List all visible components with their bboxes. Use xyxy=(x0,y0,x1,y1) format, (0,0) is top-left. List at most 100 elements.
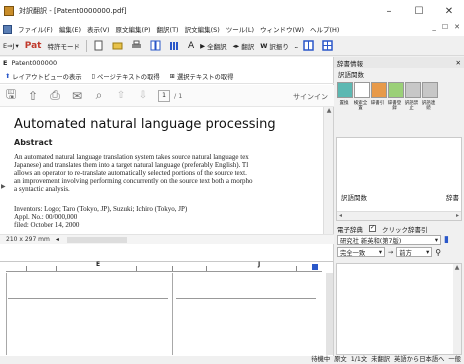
ruler-end-marker xyxy=(312,264,318,270)
ruby-button[interactable]: W 訳振り xyxy=(257,41,292,51)
dictionary-register-icon[interactable] xyxy=(388,82,404,98)
scroll-right-icon[interactable]: ▸ xyxy=(456,212,459,220)
ruler-tick xyxy=(172,266,173,271)
pdf-page: Automated natural language processing Ab… xyxy=(6,109,318,233)
dictionary-book-icon[interactable]: ▮ xyxy=(444,235,449,245)
dictionary-vertical-scrollbar[interactable]: ▲ xyxy=(453,264,461,354)
prohibit-icon[interactable] xyxy=(405,82,421,98)
layout-view-button[interactable]: ⬆ レイアウトビューの表示 xyxy=(0,72,87,81)
menu-window[interactable]: ウィンドウ(W) xyxy=(257,24,307,34)
patent-button[interactable]: Pat xyxy=(22,41,45,51)
window-title: 対訳翻訳 - [Patent0000000.pdf] xyxy=(19,7,127,15)
translate-all-button[interactable]: ▶ 全翻訳 xyxy=(197,41,230,51)
dictionary-info-panel: 辞書情報 ✕ 訳語関数 置換 検索全置 辞書引 辞書登録 訳語禁止 訳語連続 訳… xyxy=(334,57,464,357)
dictionary-lookup-icon[interactable] xyxy=(371,82,387,98)
sign-in-link[interactable]: サインイン xyxy=(293,92,328,102)
child-maximize-button[interactable]: ☐ xyxy=(442,23,448,31)
layout-view-label: レイアウトビューの表示 xyxy=(12,73,82,81)
match-direction-select[interactable]: 前方 ▾ xyxy=(396,247,433,257)
inventors-line: Inventors: Logo; Taro (Tokyo, JP), Suzuk… xyxy=(14,205,188,213)
click-lookup-checkbox[interactable] xyxy=(369,224,376,232)
menu-target-edit[interactable]: 訳文編集(S) xyxy=(182,24,223,34)
child-minimize-button[interactable]: _ xyxy=(432,23,436,31)
page-up-icon[interactable]: ⇧ xyxy=(110,85,132,107)
menu-translate[interactable]: 翻訳(T) xyxy=(154,24,182,34)
page-size-label: 210 x 297 mm xyxy=(6,236,50,243)
paper-title: Automated natural language processing xyxy=(14,117,276,132)
page-text-button[interactable]: ▯ ページテキストの取得 xyxy=(87,72,165,81)
scroll-up-icon[interactable]: ▲ xyxy=(324,107,334,117)
document-horizontal-scrollbar[interactable] xyxy=(66,236,127,243)
ruler-tick xyxy=(296,266,297,271)
ruby-label: 訳振り xyxy=(269,42,289,51)
connect-icon[interactable] xyxy=(422,82,438,98)
replace-icon[interactable] xyxy=(337,82,353,98)
open-button[interactable] xyxy=(109,40,128,51)
column-divider xyxy=(6,273,7,355)
document-vertical-scrollbar[interactable]: ▲ xyxy=(323,107,333,235)
selection-text-button[interactable]: ⊞ 選択テキストの取得 xyxy=(165,72,239,81)
status-direction: 英語から日本語へ xyxy=(394,356,445,363)
page-down-icon[interactable]: ⇩ xyxy=(132,85,154,107)
application-number-line: Appl. No.: 00/000,000 xyxy=(14,213,78,221)
cursor-button[interactable]: ⎵ xyxy=(292,41,301,50)
match-direction-value: 前方 xyxy=(399,249,412,257)
dictionary-results[interactable]: ▲ xyxy=(336,263,462,355)
search-replace-icon[interactable] xyxy=(354,82,370,98)
electronic-dictionary-section: 電子辞典 クリック辞書引 研究社 新英和(第7版) ▾ ▮ 完全一致 ▾ → 前… xyxy=(334,223,464,357)
pane-title: E Patent000000 xyxy=(3,59,57,67)
maximize-button[interactable]: ☐ xyxy=(404,0,434,22)
translation-candidates-list[interactable]: 訳語関数 辞書 ◂ ▸ xyxy=(336,137,462,221)
patent-mode-button[interactable]: 特許モード xyxy=(44,41,83,51)
scroll-left-icon[interactable]: ◂ xyxy=(56,236,59,243)
mail-icon[interactable]: ✉ xyxy=(66,85,88,107)
icon-label: 辞書引 xyxy=(370,101,385,106)
close-button[interactable]: ✕ xyxy=(434,0,464,22)
click-lookup-label: クリック辞書引 xyxy=(382,225,428,234)
match-mode-select[interactable]: 完全一致 ▾ xyxy=(337,247,385,257)
split-view-button[interactable] xyxy=(300,40,319,51)
bars-button[interactable] xyxy=(166,40,185,51)
page-number-input[interactable]: 1 xyxy=(158,89,170,102)
main-toolbar: E⇒J ▾ Pat 特許モード A ▶ 全翻訳 ◂▸ 翻訳 W 訳振り ⎵ xyxy=(0,36,464,56)
font-icon: A xyxy=(187,40,195,51)
menu-tools[interactable]: ツール(L) xyxy=(223,24,257,34)
dictionary-label: 電子辞典 xyxy=(337,225,363,234)
ruby-icon: W xyxy=(260,41,268,50)
menu-view[interactable]: 表示(V) xyxy=(84,24,113,34)
menu-file[interactable]: ファイル(F) xyxy=(15,24,56,34)
translate-button[interactable]: ◂▸ 翻訳 xyxy=(230,41,258,51)
menu-source-edit[interactable]: 原文編集(P) xyxy=(113,24,154,34)
layout-button[interactable] xyxy=(147,40,166,51)
cursor-icon: ⎵ xyxy=(294,41,298,49)
panel-icon-row xyxy=(334,79,464,101)
save-icon[interactable]: 🖫 xyxy=(0,85,22,107)
print-icon[interactable]: ⎙ xyxy=(44,85,66,107)
upload-file-icon[interactable]: ⇧ xyxy=(22,85,44,107)
scroll-left-icon[interactable]: ◂ xyxy=(339,212,342,220)
menu-help[interactable]: ヘルプ(H) xyxy=(307,24,342,34)
scroll-up-icon[interactable]: ▲ xyxy=(453,264,461,271)
binoculars-icon[interactable]: ⚲ xyxy=(435,248,441,257)
abstract-line: An automated natural language translatio… xyxy=(14,153,249,161)
document-icon[interactable] xyxy=(3,24,12,34)
list-column-dictionary: 辞書 xyxy=(446,194,459,202)
translation-vertical-scrollbar[interactable] xyxy=(326,273,333,355)
minimize-button[interactable]: – xyxy=(374,0,404,22)
search-icon[interactable]: ⌕ xyxy=(88,85,110,107)
font-button[interactable]: A xyxy=(185,41,197,51)
ruler-tick xyxy=(26,266,27,271)
list-horizontal-scrollbar[interactable]: ◂ ▸ xyxy=(337,211,461,220)
grid-view-button[interactable] xyxy=(319,40,338,51)
dictionary-select[interactable]: 研究社 新英和(第7版) ▾ xyxy=(337,235,441,245)
menu-edit[interactable]: 編集(E) xyxy=(56,24,84,34)
child-close-button[interactable]: ✕ xyxy=(454,23,460,31)
column-divider[interactable] xyxy=(172,273,173,355)
close-icon[interactable]: ✕ xyxy=(456,59,461,67)
direction-button[interactable]: E⇒J ▾ xyxy=(0,42,22,50)
page-text-label: ページテキストの取得 xyxy=(97,73,160,81)
icon-label: 検索全置 xyxy=(353,101,368,111)
expand-arrow-icon[interactable]: ▶ xyxy=(1,183,6,190)
new-document-button[interactable] xyxy=(90,40,109,51)
print-button[interactable] xyxy=(128,40,147,51)
